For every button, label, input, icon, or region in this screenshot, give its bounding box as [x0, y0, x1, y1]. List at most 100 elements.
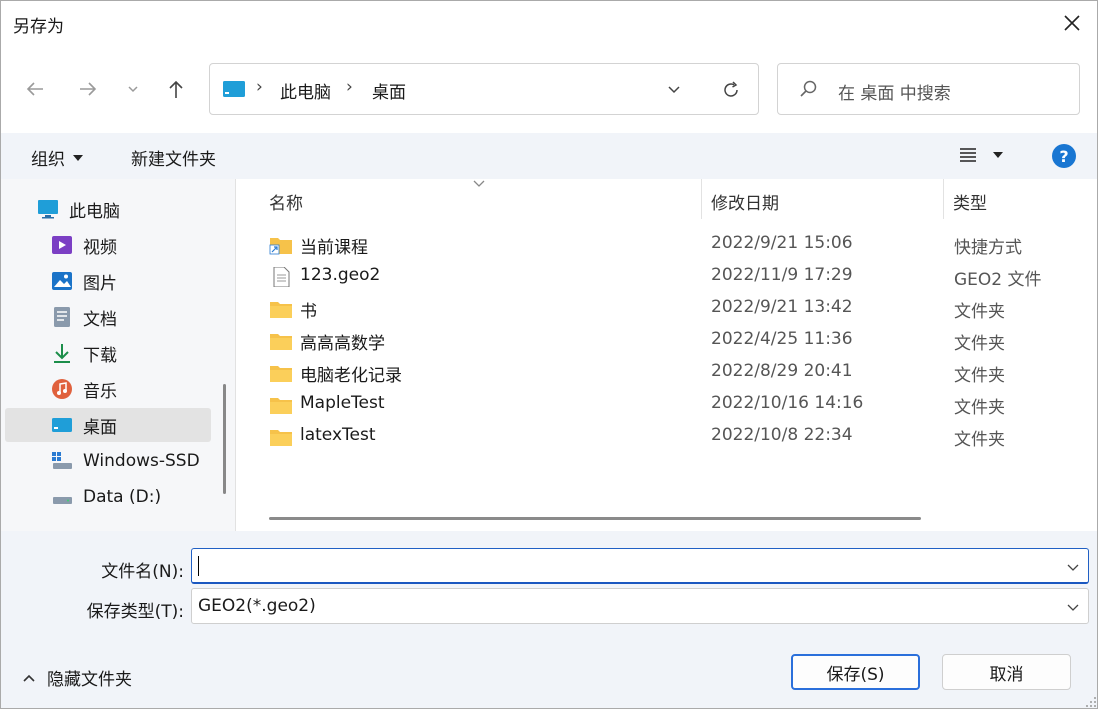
folder-icon [270, 366, 292, 382]
breadcrumb-separator: › [346, 77, 353, 97]
back-button[interactable] [21, 75, 49, 103]
column-header-date[interactable]: 修改日期 [711, 189, 779, 214]
close-icon[interactable] [1059, 10, 1085, 36]
file-type: 文件夹 [954, 366, 1005, 386]
sidebar-item-label: 文档 [83, 309, 117, 330]
file-name: 书 [300, 302, 317, 322]
refresh-icon[interactable] [720, 79, 742, 101]
chevron-down-icon[interactable] [1066, 560, 1080, 574]
horizontal-scrollbar[interactable] [269, 517, 921, 520]
file-type: 文件夹 [954, 398, 1005, 418]
pc-icon [38, 200, 58, 219]
list-item[interactable]: 高高高数学 2022/4/25 11:36 文件夹 [269, 325, 1089, 357]
column-header-name[interactable]: 名称 [269, 189, 303, 214]
arrow-left-icon [26, 82, 43, 96]
new-folder-button[interactable]: 新建文件夹 [131, 145, 216, 170]
sidebar-item-pictures[interactable]: 图片 [51, 264, 257, 298]
list-view-icon [960, 148, 976, 162]
list-item[interactable]: latexTest 2022/10/8 22:34 文件夹 [269, 421, 1089, 453]
sort-chevron-icon [473, 180, 485, 187]
picture-icon [52, 272, 72, 290]
recent-locations-button[interactable] [119, 75, 147, 103]
sidebar-item-label: Windows-SSD [83, 451, 200, 471]
chevron-down-icon[interactable] [666, 81, 682, 97]
column-header-type[interactable]: 类型 [953, 189, 987, 214]
filename-input[interactable] [191, 548, 1089, 584]
navigation-pane: 此电脑 视频 图片 文档 下载 音乐 桌面 Windows-SSD Data (… [1, 179, 236, 531]
file-date: 2022/11/9 17:29 [711, 265, 853, 285]
chevron-down-icon [1067, 604, 1079, 611]
save-button[interactable]: 保存(S) [791, 654, 920, 690]
organize-button[interactable]: 组织 [31, 145, 83, 170]
list-item[interactable]: 电脑老化记录 2022/8/29 20:41 文件夹 [269, 357, 1089, 389]
file-type: 文件夹 [954, 334, 1005, 354]
save-as-dialog: 另存为 › 此电脑 › 桌面 在 桌面 中搜索 组织 新建文件夹 ? 此电脑 视… [0, 0, 1098, 709]
sidebar-item-label: Data (D:) [83, 487, 162, 507]
resize-grip-icon[interactable] [1083, 694, 1097, 708]
sidebar-item-desktop[interactable]: 桌面 [5, 408, 211, 442]
desktop-icon [52, 418, 72, 432]
list-item[interactable]: MapleTest 2022/10/16 14:16 文件夹 [269, 389, 1089, 421]
chevron-up-icon [23, 674, 35, 682]
cancel-button[interactable]: 取消 [942, 654, 1071, 690]
sidebar-item-label: 此电脑 [69, 201, 120, 222]
file-list: 名称 修改日期 类型 当前课程 2022/9/21 15:06 快捷方式 123… [243, 179, 1097, 531]
file-date: 2022/10/16 14:16 [711, 393, 864, 413]
breadcrumb-separator: › [256, 77, 263, 97]
help-icon[interactable]: ? [1052, 144, 1076, 168]
file-name: latexTest [300, 425, 376, 445]
column-divider[interactable] [701, 179, 702, 219]
breadcrumb-item[interactable]: 桌面 [372, 78, 406, 103]
sidebar-item-data-drive[interactable]: Data (D:) [51, 480, 257, 514]
breadcrumb-item[interactable]: 此电脑 [280, 78, 331, 103]
music-icon [52, 379, 72, 399]
list-item[interactable]: 123.geo2 2022/11/9 17:29 GEO2 文件 [269, 261, 1089, 293]
file-date: 2022/10/8 22:34 [711, 425, 853, 445]
file-type: 文件夹 [954, 430, 1005, 450]
arrow-up-icon [169, 80, 183, 98]
address-bar[interactable]: › 此电脑 › 桌面 [209, 63, 759, 115]
search-box[interactable]: 在 桌面 中搜索 [777, 63, 1080, 115]
caret-down-icon [993, 152, 1003, 158]
view-options-button[interactable] [959, 147, 1003, 163]
shortcut-folder-icon [269, 238, 292, 255]
sidebar-item-label: 桌面 [83, 417, 117, 438]
sidebar-item-downloads[interactable]: 下载 [51, 336, 257, 370]
hide-folders-toggle[interactable]: 隐藏文件夹 [23, 665, 132, 690]
file-date: 2022/9/21 13:42 [711, 297, 853, 317]
file-type: 文件夹 [954, 302, 1005, 322]
up-button[interactable] [162, 75, 190, 103]
filetype-select[interactable]: GEO2(*.geo2) [191, 588, 1089, 624]
file-name: 高高高数学 [300, 334, 385, 354]
title-bar: 另存为 [1, 1, 1097, 47]
file-name: 当前课程 [300, 238, 368, 258]
sidebar-scrollbar[interactable] [223, 384, 226, 494]
sidebar-item-documents[interactable]: 文档 [51, 300, 257, 334]
sidebar-item-music[interactable]: 音乐 [51, 372, 257, 406]
column-divider[interactable] [943, 179, 944, 219]
list-item[interactable]: 书 2022/9/21 13:42 文件夹 [269, 293, 1089, 325]
folder-icon [270, 302, 292, 318]
sidebar-item-this-pc[interactable]: 此电脑 [37, 192, 243, 226]
arrow-right-icon [80, 82, 97, 96]
sidebar-item-videos[interactable]: 视频 [51, 228, 257, 262]
file-type: GEO2 文件 [954, 270, 1042, 290]
document-icon [54, 307, 70, 327]
text-cursor [198, 556, 199, 576]
sidebar-item-windows-ssd[interactable]: Windows-SSD [51, 444, 257, 478]
command-bar: 组织 新建文件夹 ? [1, 133, 1097, 179]
list-item[interactable]: 当前课程 2022/9/21 15:06 快捷方式 [269, 229, 1089, 261]
drive-icon [53, 497, 72, 504]
desktop-icon [223, 81, 245, 97]
sidebar-item-label: 视频 [83, 237, 117, 258]
forward-button[interactable] [74, 75, 102, 103]
search-input[interactable]: 在 桌面 中搜索 [838, 79, 951, 104]
file-name: MapleTest [300, 393, 385, 413]
video-icon [52, 236, 72, 254]
save-options-panel: 文件名(N): 保存类型(T): GEO2(*.geo2) 隐藏文件夹 保存(S… [1, 531, 1097, 708]
download-icon [54, 344, 70, 363]
window-title: 另存为 [13, 17, 64, 37]
caret-down-icon [73, 154, 83, 161]
search-icon [800, 80, 817, 97]
filetype-value: GEO2(*.geo2) [198, 596, 316, 616]
